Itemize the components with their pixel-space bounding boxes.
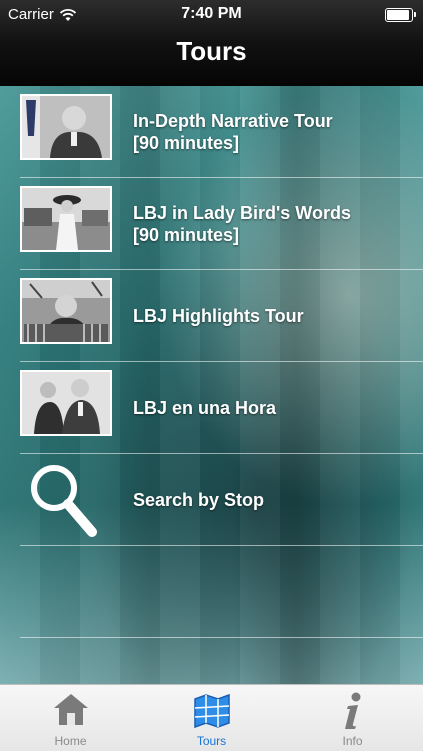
tab-info[interactable]: Info xyxy=(282,685,423,751)
tour-title: LBJ in Lady Bird's Words xyxy=(133,202,351,223)
status-bar: Carrier 7:40 PM xyxy=(0,0,423,28)
tour-thumbnail xyxy=(20,94,112,160)
tab-tours-label: Tours xyxy=(196,734,227,748)
search-label: Search by Stop xyxy=(133,489,265,510)
home-icon xyxy=(53,694,88,725)
map-icon xyxy=(193,693,230,729)
search-by-stop-row[interactable]: Search by Stop xyxy=(0,454,423,546)
empty-row xyxy=(0,546,423,638)
tab-tours[interactable]: Tours xyxy=(141,685,282,751)
tour-thumbnail xyxy=(20,186,112,252)
tour-photo-image xyxy=(22,372,110,434)
tour-duration: [90 minutes] xyxy=(133,224,240,245)
tour-row-en-una-hora[interactable]: LBJ en una Hora xyxy=(0,362,423,454)
magnifier-icon xyxy=(31,465,97,537)
info-icon xyxy=(344,692,360,729)
tour-label: LBJ in Lady Bird's Words [90 minutes] xyxy=(133,178,351,269)
search-label-wrap: Search by Stop xyxy=(133,454,264,545)
tour-row-highlights[interactable]: LBJ Highlights Tour xyxy=(0,270,423,362)
tour-label: LBJ Highlights Tour xyxy=(133,270,304,361)
tours-list: In-Depth Narrative Tour [90 minutes] LBJ… xyxy=(0,86,423,684)
tab-info-label: Info xyxy=(342,734,363,748)
tab-home[interactable]: Home xyxy=(0,685,141,751)
tour-title: In-Depth Narrative Tour xyxy=(133,110,333,131)
tour-photo-image xyxy=(22,280,110,342)
tour-photo-image xyxy=(22,96,110,158)
tour-title: LBJ Highlights Tour xyxy=(133,305,304,326)
tour-thumbnail xyxy=(20,370,112,436)
row-divider xyxy=(20,637,423,638)
tour-label: In-Depth Narrative Tour [90 minutes] xyxy=(133,86,333,177)
tab-bar: Home Tours Info xyxy=(0,684,423,751)
tour-title: LBJ en una Hora xyxy=(133,397,277,418)
tour-photo-image xyxy=(22,188,110,250)
tour-label: LBJ en una Hora xyxy=(133,362,276,453)
battery-icon xyxy=(385,8,416,22)
tour-row-lady-bird[interactable]: LBJ in Lady Bird's Words [90 minutes] xyxy=(0,178,423,270)
tour-thumbnail xyxy=(20,278,112,344)
tour-row-in-depth[interactable]: In-Depth Narrative Tour [90 minutes] xyxy=(0,86,423,178)
tab-home-label: Home xyxy=(54,734,87,748)
status-time: 7:40 PM xyxy=(181,5,242,22)
page-title: Tours xyxy=(176,36,247,66)
tour-duration: [90 minutes] xyxy=(133,132,240,153)
